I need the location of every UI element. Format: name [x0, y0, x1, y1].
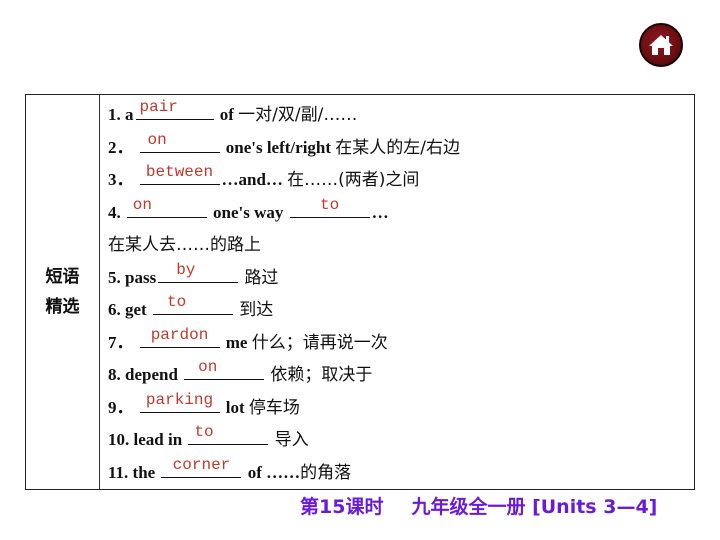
answer-blank: pair	[135, 99, 214, 120]
phrase-item-7: 7． pardon me 什么；请再说一次	[108, 325, 388, 353]
phrase-item-4-translation: 在某人去……的路上	[108, 235, 261, 255]
phrase-item-8: 8. depend on 依赖；取决于	[108, 358, 373, 385]
phrase-item-1: 1. a pair of 一对/双/副/……	[108, 98, 358, 125]
phrase-item-10: 10. lead in to 导入	[108, 423, 309, 450]
home-button[interactable]	[639, 23, 683, 67]
lesson-number: 第15课时	[300, 496, 384, 518]
answer-blank: between	[139, 164, 220, 185]
lesson-footer: 第15课时 九年级全一册 [Units 3—4]	[300, 492, 657, 519]
book-units: 九年级全一册 [Units 3—4]	[411, 496, 658, 518]
phrase-item-6: 6. get to 到达	[108, 293, 274, 320]
phrase-item-4: 4. on one's way to…	[108, 195, 389, 222]
phrase-item-3: 3． between …and… 在……(两者)之间	[108, 163, 420, 190]
answer-blank: pardon	[139, 327, 220, 348]
answer-blank: to	[188, 424, 269, 445]
category-label-line1: 短语	[45, 267, 80, 287]
category-cell: 短语 精选	[26, 95, 100, 489]
phrase-item-11: 11. the corner of ……的角落	[108, 455, 352, 483]
home-icon	[649, 35, 673, 55]
category-label-line2: 精选	[45, 297, 80, 317]
answer-blank: on	[139, 132, 220, 153]
answer-blank: corner	[161, 457, 242, 478]
answer-blank: on	[126, 197, 207, 218]
phrase-table: 短语 精选 1. a pair of 一对/双/副/…… 2． on one's l…	[25, 94, 695, 490]
phrase-item-5: 5. pass by 路过	[108, 260, 279, 288]
answer-blank: parking	[139, 392, 220, 413]
phrase-item-9: 9． parking lot 停车场	[108, 390, 300, 418]
answer-blank: to	[152, 294, 233, 315]
answer-blank: to	[289, 197, 370, 218]
phrase-item-2: 2． on one's left/right 在某人的左/右边	[108, 130, 461, 158]
answer-blank: on	[184, 359, 265, 380]
answer-blank: by	[158, 262, 239, 283]
phrase-list: 1. a pair of 一对/双/副/…… 2． on one's left/ri…	[100, 95, 694, 489]
